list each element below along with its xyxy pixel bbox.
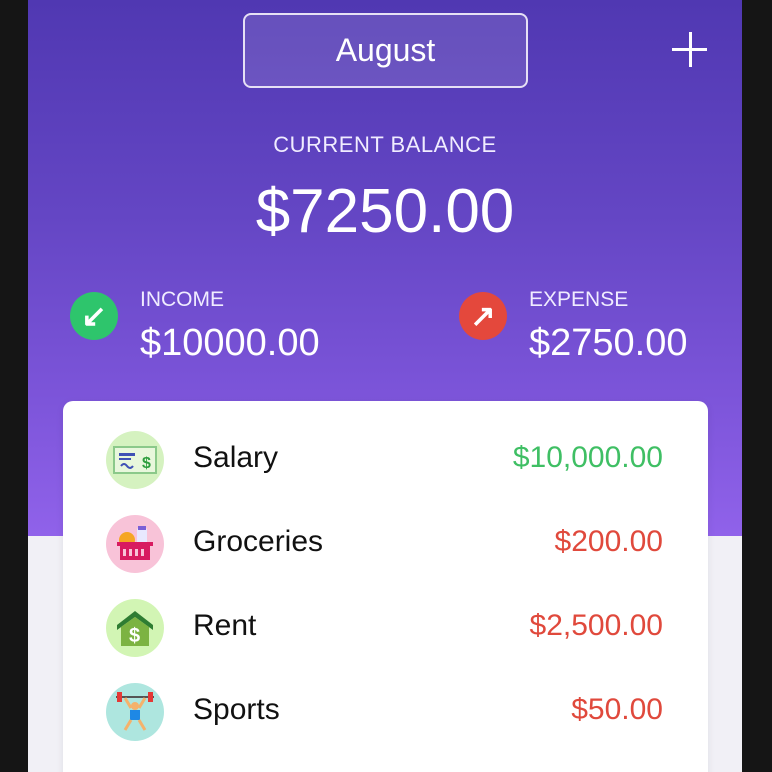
transaction-amount: $2,500.00 [529,609,663,642]
app-screen: August CURRENT BALANCE $7250.00 ↙ INCOME… [28,0,742,772]
svg-text:$: $ [142,455,151,472]
transaction-name: Rent [193,609,257,642]
grocery-basket-icon [106,515,164,573]
month-selector-button[interactable]: August [243,13,528,88]
income-value: $10000.00 [140,322,320,364]
arrow-down-left-icon: ↙ [70,292,118,340]
arrow-up-right-icon: ↗ [459,292,507,340]
transaction-amount: $200.00 [554,525,663,558]
svg-text:$: $ [129,625,140,647]
current-balance-value: $7250.00 [255,177,515,246]
transaction-name: Groceries [193,525,324,558]
list-item[interactable]: Groceries $200.00 [63,501,708,585]
plus-icon[interactable] [670,30,710,70]
list-item[interactable]: $ Rent $2,500.00 [63,585,708,669]
weightlifter-icon [106,683,164,741]
check-cash-icon: $ [106,431,164,489]
transaction-amount: $10,000.00 [512,441,663,474]
income-label: INCOME [140,288,224,311]
current-balance-label: CURRENT BALANCE [273,132,497,157]
list-item[interactable]: Sports $50.00 [63,669,708,753]
transaction-amount: $50.00 [571,693,663,726]
house-dollar-icon: $ [106,599,164,657]
expense-value: $2750.00 [529,322,688,364]
expense-label: EXPENSE [529,288,629,311]
list-item[interactable]: $ Salary $10,000.00 [63,417,708,501]
transaction-name: Sports [193,693,280,726]
transactions-list: $ Salary $10,000.00 Groceries $200.00 $ … [63,401,708,772]
transaction-name: Salary [193,441,279,474]
